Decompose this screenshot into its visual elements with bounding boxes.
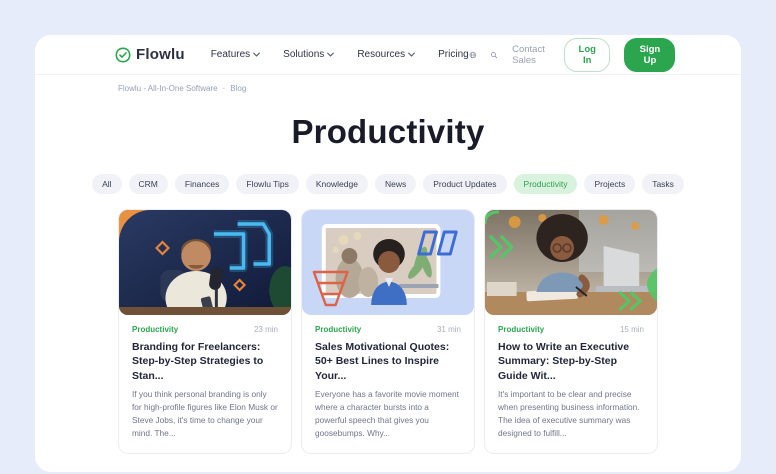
chevron-down-icon	[327, 52, 335, 57]
article-thumbnail-writer[interactable]	[485, 209, 657, 315]
article-card-branding[interactable]: Productivity 23 min Branding for Freelan…	[118, 208, 292, 454]
article-read-time: 31 min	[436, 324, 461, 334]
nav-features[interactable]: Features	[210, 49, 261, 60]
nav-resources-label: Resources	[357, 49, 406, 60]
nav-solutions-label: Solutions	[283, 49, 325, 60]
nav-resources[interactable]: Resources	[357, 49, 415, 60]
content-panel: Flowlu Features Solutions Resources Pric…	[35, 35, 741, 472]
article-title[interactable]: Branding for Freelancers: Step-by-Step S…	[132, 340, 278, 383]
article-title[interactable]: Sales Motivational Quotes: 50+ Best Line…	[315, 340, 461, 383]
filter-product-updates[interactable]: Product Updates	[423, 173, 507, 194]
chevron-down-icon	[408, 52, 415, 57]
article-card-sales-quotes[interactable]: Productivity 31 min Sales Motivational Q…	[301, 208, 475, 454]
nav-features-label: Features	[210, 49, 251, 60]
nav-pricing[interactable]: Pricing	[438, 49, 469, 60]
filter-news[interactable]: News	[374, 173, 417, 194]
article-card-executive-summary[interactable]: Productivity 15 min How to Write an Exec…	[484, 208, 658, 454]
chevron-down-icon	[253, 52, 261, 57]
filter-projects[interactable]: Projects	[584, 173, 636, 194]
contact-sales-link[interactable]: Contact Sales	[512, 44, 550, 66]
breadcrumb-separator: ·	[222, 84, 226, 93]
globe-icon[interactable]	[469, 49, 477, 61]
article-category[interactable]: Productivity	[132, 325, 178, 334]
header-actions: Contact Sales Log In Sign Up	[469, 37, 676, 72]
article-body: Productivity 23 min Branding for Freelan…	[119, 315, 291, 453]
filter-flowlu-tips[interactable]: Flowlu Tips	[236, 173, 299, 194]
breadcrumb-current[interactable]: Blog	[230, 84, 246, 93]
article-body: Productivity 15 min How to Write an Exec…	[485, 315, 657, 453]
article-excerpt: If you think personal branding is only f…	[132, 389, 278, 438]
article-title[interactable]: How to Write an Executive Summary: Step-…	[498, 340, 644, 383]
breadcrumb: Flowlu - All-In-One Software · Blog	[118, 84, 658, 93]
filter-crm[interactable]: CRM	[128, 173, 168, 194]
article-meta: Productivity 31 min	[315, 325, 461, 334]
article-thumbnail-podcast[interactable]	[119, 209, 291, 315]
article-thumbnail-speaker[interactable]	[302, 209, 474, 315]
flowlu-logo-icon	[115, 47, 131, 63]
nav-solutions[interactable]: Solutions	[283, 49, 335, 60]
article-excerpt: Everyone has a favorite movie moment whe…	[315, 389, 459, 438]
article-meta: Productivity 23 min	[132, 325, 278, 334]
article-category[interactable]: Productivity	[315, 325, 361, 334]
category-filters: All CRM Finances Flowlu Tips Knowledge N…	[92, 173, 684, 194]
article-body: Productivity 31 min Sales Motivational Q…	[302, 315, 474, 453]
article-read-time: 15 min	[619, 324, 644, 334]
nav-pricing-label: Pricing	[438, 49, 469, 60]
logo[interactable]: Flowlu	[115, 46, 185, 63]
search-icon[interactable]	[490, 49, 498, 61]
article-meta: Productivity 15 min	[498, 325, 644, 334]
filter-knowledge[interactable]: Knowledge	[305, 173, 368, 194]
main-nav: Features Solutions Resources Pricing	[211, 49, 469, 60]
signup-button[interactable]: Sign Up	[624, 37, 676, 72]
article-grid: Productivity 23 min Branding for Freelan…	[118, 208, 658, 454]
top-nav: Flowlu Features Solutions Resources Pric…	[35, 35, 741, 75]
article-read-time: 23 min	[253, 324, 278, 334]
breadcrumb-root[interactable]: Flowlu - All-In-One Software	[118, 84, 218, 93]
article-excerpt: It's important to be clear and precise w…	[498, 389, 640, 438]
filter-finances[interactable]: Finances	[174, 173, 230, 194]
login-button[interactable]: Log In	[564, 37, 611, 72]
logo-text: Flowlu	[136, 46, 185, 63]
filter-all[interactable]: All	[92, 173, 122, 194]
filter-tasks[interactable]: Tasks	[642, 173, 684, 194]
filter-productivity[interactable]: Productivity	[513, 173, 578, 194]
page-title: Productivity	[291, 113, 485, 150]
article-category[interactable]: Productivity	[498, 325, 544, 334]
